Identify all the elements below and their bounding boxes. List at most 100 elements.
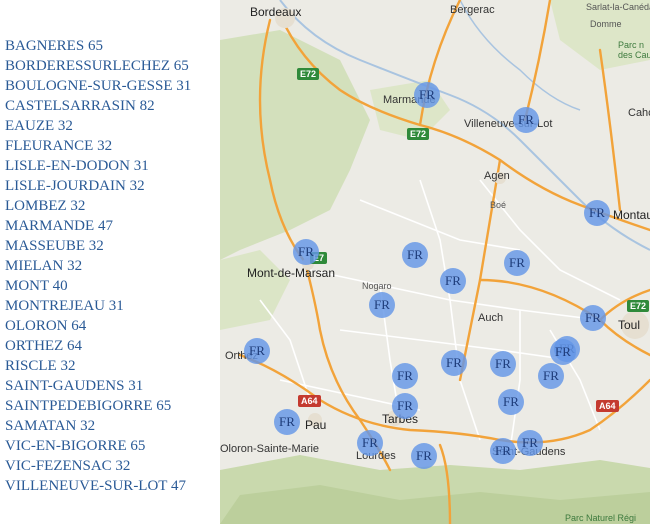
town-dept: 31 — [128, 378, 144, 394]
map-marker[interactable]: FR — [517, 430, 543, 456]
map-marker[interactable]: FR — [293, 239, 319, 265]
map-marker[interactable]: FR — [504, 250, 530, 276]
town-dept: 40 — [52, 278, 68, 294]
map-marker[interactable]: FR — [441, 350, 467, 376]
town-dept: 64 — [67, 338, 83, 354]
map-marker[interactable]: FR — [580, 305, 606, 331]
town-list-item: VIC-EN-BIGORRE 65 — [5, 436, 191, 456]
town-link[interactable]: MARMANDE — [5, 218, 94, 234]
place-bergerac: Bergerac — [450, 4, 495, 16]
map-marker[interactable]: FR — [402, 242, 428, 268]
road-a64-shield: A64 — [596, 400, 619, 412]
town-dept: 65 — [87, 38, 103, 54]
map-marker[interactable]: FR — [584, 200, 610, 226]
town-dept: 32 — [67, 258, 83, 274]
town-dept: 82 — [139, 98, 155, 114]
park-pyrenees-label: Parc Naturel Régi — [565, 513, 637, 523]
town-dept: 31 — [176, 78, 192, 94]
map-marker[interactable]: FR — [392, 363, 418, 389]
map-marker[interactable]: FR — [538, 363, 564, 389]
town-list-item: MASSEUBE 32 — [5, 236, 191, 256]
town-list-item: OLORON 64 — [5, 316, 191, 336]
town-link[interactable]: LISLE-JOURDAIN — [5, 178, 126, 194]
town-link[interactable]: VILLENEUVE-SUR-LOT — [5, 478, 167, 494]
town-link[interactable]: SAINT-GAUDENS — [5, 378, 124, 394]
place-villeneuve: Villeneuve-sur-Lot — [464, 118, 553, 130]
map-marker[interactable]: FR — [498, 389, 524, 415]
town-link[interactable]: BOULOGNE-SUR-GESSE — [5, 78, 173, 94]
map-marker[interactable]: FR — [244, 338, 270, 364]
map-marker[interactable]: FR — [369, 292, 395, 318]
map-marker[interactable]: FR — [274, 409, 300, 435]
town-link[interactable]: EAUZE — [5, 118, 54, 134]
town-list-item: SAMATAN 32 — [5, 416, 191, 436]
town-dept: 32 — [129, 178, 145, 194]
map-marker[interactable]: FR — [411, 443, 437, 469]
town-dept: 31 — [108, 298, 124, 314]
town-link[interactable]: BORDERESSURLECHEZ — [5, 58, 170, 74]
town-list-item: ORTHEZ 64 — [5, 336, 191, 356]
map-marker[interactable]: FR — [513, 107, 539, 133]
town-list-item: BORDERESSURLECHEZ 65 — [5, 56, 191, 76]
town-link[interactable]: BAGNERES — [5, 38, 84, 54]
place-auch: Auch — [478, 312, 504, 324]
town-dept: 65 — [156, 398, 172, 414]
town-list-item: MONT 40 — [5, 276, 191, 296]
place-cahors: Cahc — [628, 107, 650, 119]
town-link[interactable]: CASTELSARRASIN — [5, 98, 136, 114]
place-nogaro: Nogaro — [362, 281, 392, 291]
place-oloron: Oloron-Sainte-Marie — [220, 443, 320, 455]
town-link[interactable]: SAMATAN — [5, 418, 76, 434]
town-link[interactable]: RISCLE — [5, 358, 57, 374]
town-link[interactable]: VIC-FEZENSAC — [5, 458, 112, 474]
town-link[interactable]: MASSEUBE — [5, 238, 85, 254]
place-toulouse: Toul — [618, 318, 641, 332]
town-dept: 65 — [173, 58, 189, 74]
town-link[interactable]: VIC-EN-BIGORRE — [5, 438, 127, 454]
town-list-item: LISLE-EN-DODON 31 — [5, 156, 191, 176]
town-list-item: CASTELSARRASIN 82 — [5, 96, 191, 116]
place-pau: Pau — [305, 418, 327, 432]
town-dept: 31 — [133, 158, 149, 174]
town-dept: 65 — [130, 438, 146, 454]
road-a64-shield: A64 — [298, 395, 321, 407]
town-link[interactable]: ORTHEZ — [5, 338, 63, 354]
town-dept: 32 — [60, 358, 76, 374]
map-marker[interactable]: FR — [490, 351, 516, 377]
park-causses-label: Parc n des Cau — [618, 40, 650, 60]
town-list-item: FLEURANCE 32 — [5, 136, 191, 156]
map-marker[interactable]: FR — [440, 268, 466, 294]
map-marker[interactable]: FR — [550, 339, 576, 365]
town-list-item: MARMANDE 47 — [5, 216, 191, 236]
place-agen: Agen — [484, 170, 510, 182]
town-list-item: BOULOGNE-SUR-GESSE 31 — [5, 76, 191, 96]
town-list-item: LISLE-JOURDAIN 32 — [5, 176, 191, 196]
place-domme: Domme — [590, 19, 622, 29]
map-marker[interactable]: FR — [392, 393, 418, 419]
town-dept: 32 — [80, 418, 96, 434]
town-list: BAGNERES 65 BORDERESSURLECHEZ 65 BOULOGNE-… — [5, 36, 191, 496]
town-dept: 47 — [97, 218, 113, 234]
town-link[interactable]: MIELAN — [5, 258, 63, 274]
town-list-item: LOMBEZ 32 — [5, 196, 191, 216]
town-link[interactable]: OLORON — [5, 318, 68, 334]
map-marker[interactable]: FR — [357, 430, 383, 456]
map-marker[interactable]: FR — [490, 438, 516, 464]
town-list-item: MIELAN 32 — [5, 256, 191, 276]
place-bordeaux: Bordeaux — [250, 5, 302, 19]
place-mont-de-marsan: Mont-de-Marsan — [247, 266, 336, 280]
town-link[interactable]: FLEURANCE — [5, 138, 93, 154]
road-e72-shield: E72 — [297, 68, 320, 80]
town-dept: 64 — [71, 318, 87, 334]
town-link[interactable]: MONT — [5, 278, 49, 294]
town-dept: 32 — [88, 238, 104, 254]
town-link[interactable]: MONTREJEAU — [5, 298, 105, 314]
town-dept: 32 — [70, 198, 86, 214]
town-link[interactable]: LOMBEZ — [5, 198, 67, 214]
map[interactable]: Bordeaux Bergerac Sarlat-la-Canéda Domme… — [220, 0, 650, 524]
map-marker[interactable]: FR — [414, 82, 440, 108]
place-boe: Boé — [490, 200, 507, 210]
town-link[interactable]: LISLE-EN-DODON — [5, 158, 130, 174]
town-list-item: MONTREJEAU 31 — [5, 296, 191, 316]
town-link[interactable]: SAINTPEDEBIGORRE — [5, 398, 153, 414]
